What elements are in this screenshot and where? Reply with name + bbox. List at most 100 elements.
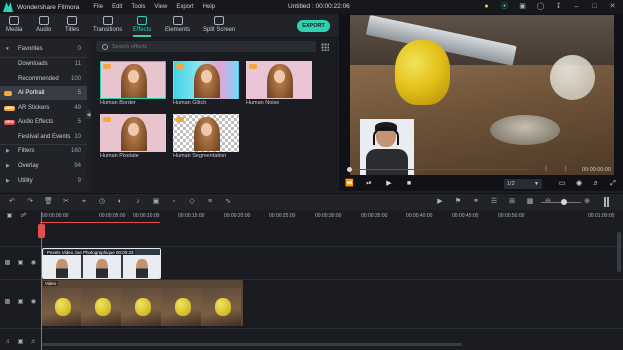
maximize-icon[interactable]: □ bbox=[590, 2, 599, 11]
sidebar-item-audio-effects[interactable]: NEW Audio Effects 5 bbox=[0, 115, 87, 129]
playhead-handle[interactable] bbox=[38, 224, 45, 238]
stop-icon[interactable]: ■ bbox=[405, 180, 413, 188]
mixer-icon[interactable]: ☰ bbox=[490, 198, 498, 206]
redo-icon[interactable]: ↷ bbox=[26, 198, 34, 206]
sidebar-item-recommended[interactable]: Recommended 100 bbox=[0, 72, 87, 86]
stabilize-icon[interactable]: ▫ bbox=[170, 198, 178, 206]
play-icon[interactable]: ▶ bbox=[385, 180, 393, 188]
play-pause-icon[interactable]: ⏯ bbox=[365, 180, 373, 188]
effect-thumb-human-border[interactable] bbox=[100, 61, 166, 99]
tab-audio[interactable]: Audio bbox=[36, 16, 51, 33]
snap-icon[interactable]: ⊞ bbox=[508, 198, 516, 206]
tick-label: 00:00:35:00 bbox=[361, 213, 388, 219]
menu-edit[interactable]: Edit bbox=[112, 4, 122, 10]
tab-transitions[interactable]: Transitions bbox=[93, 16, 122, 33]
volume-icon[interactable]: ♬ bbox=[592, 180, 600, 188]
mark-in-out[interactable]: { } bbox=[545, 166, 575, 172]
pause-bars-icon[interactable] bbox=[604, 197, 609, 207]
menu-file[interactable]: File bbox=[93, 4, 103, 10]
marker-icon[interactable]: ⚑ bbox=[454, 198, 462, 206]
speed-icon[interactable]: ◷ bbox=[98, 198, 106, 206]
menu-export[interactable]: Export bbox=[176, 4, 193, 10]
effect-thumb-human-noise[interactable] bbox=[246, 61, 312, 99]
lock-icon[interactable]: ▣ bbox=[17, 260, 24, 267]
time-ruler[interactable]: 00:00:00:00 00:00:05:00 00:00:10:00 00:0… bbox=[40, 210, 623, 222]
grid-view-icon[interactable] bbox=[321, 43, 329, 51]
crop-icon[interactable]: ⌖ bbox=[80, 198, 88, 206]
timeline-horizontal-scrollbar[interactable] bbox=[42, 343, 462, 346]
sidebar-item-favorites[interactable]: ♥ Favorites 0 bbox=[0, 42, 87, 56]
render-icon[interactable]: ▶ bbox=[436, 198, 444, 206]
timeline-vertical-scrollbar[interactable] bbox=[617, 232, 621, 272]
search-input[interactable] bbox=[112, 43, 302, 50]
minimize-icon[interactable]: – bbox=[572, 2, 581, 11]
zoom-in-icon[interactable]: ⊕ bbox=[583, 198, 591, 206]
undo-icon[interactable]: ↶ bbox=[8, 198, 16, 206]
green-screen-icon[interactable]: ▣ bbox=[152, 198, 160, 206]
bulb-icon[interactable]: ● bbox=[482, 2, 491, 11]
collapse-sidebar-icon[interactable]: ◀ bbox=[86, 110, 91, 119]
menu-tools[interactable]: Tools bbox=[131, 4, 145, 10]
sidebar-item-filters[interactable]: ▶ Filters 160 bbox=[0, 144, 87, 158]
sidebar-item-ai-portrait[interactable]: AI Portrait 5 bbox=[0, 86, 87, 100]
adjust-icon[interactable]: ≡ bbox=[206, 198, 214, 206]
tick-label: 00:00:45:00 bbox=[452, 213, 479, 219]
fullscreen-icon[interactable]: ⤢ bbox=[609, 180, 617, 188]
color-icon[interactable]: ◐ bbox=[116, 198, 124, 206]
voiceover-icon[interactable]: ⚭ bbox=[472, 198, 480, 206]
tab-effects[interactable]: Effects bbox=[133, 16, 152, 37]
sidebar-item-downloads[interactable]: Downloads 11 bbox=[0, 57, 87, 71]
work-area-bar bbox=[40, 222, 160, 223]
zoom-slider-handle[interactable] bbox=[561, 199, 567, 205]
delete-icon[interactable]: 🗑 bbox=[44, 198, 53, 206]
lock-icon[interactable]: ▣ bbox=[17, 339, 24, 346]
close-icon[interactable]: ✕ bbox=[608, 2, 617, 11]
menu-help[interactable]: Help bbox=[203, 4, 215, 10]
add-track-icon[interactable]: ▣ bbox=[6, 213, 13, 220]
sidebar-item-overlay[interactable]: ▶ Overlay 94 bbox=[0, 159, 87, 173]
export-button[interactable]: EXPORT bbox=[297, 20, 330, 32]
pip-icon[interactable]: ▩ bbox=[526, 198, 534, 206]
sidebar-item-ar-stickers[interactable]: NEW AR Stickers 49 bbox=[0, 101, 87, 115]
headset-icon[interactable]: ⦿ bbox=[500, 2, 509, 11]
link-icon[interactable]: ☍ bbox=[20, 213, 27, 220]
snapshot-icon[interactable]: ◉ bbox=[575, 180, 583, 188]
scrubber-handle[interactable] bbox=[347, 167, 352, 172]
effect-thumb-human-segmentation[interactable] bbox=[173, 114, 239, 152]
lock-icon[interactable]: ▣ bbox=[17, 299, 24, 306]
timeline-clip-video[interactable]: Video bbox=[41, 280, 243, 326]
waveform-icon[interactable]: ∿ bbox=[224, 198, 232, 206]
effect-label: Human Segmentation bbox=[173, 153, 227, 159]
preview-video[interactable] bbox=[350, 15, 614, 175]
audio-mixer-icon[interactable]: ♪ bbox=[134, 198, 142, 206]
effect-thumb-human-glitch[interactable] bbox=[173, 61, 239, 99]
step-back-icon[interactable]: ⏪ bbox=[345, 180, 354, 188]
account-icon[interactable]: ◯ bbox=[536, 2, 545, 11]
presenter-figure bbox=[56, 259, 68, 278]
effect-thumb-human-pixelate[interactable] bbox=[100, 114, 166, 152]
eye-icon[interactable]: ◉ bbox=[30, 299, 37, 306]
tab-titles[interactable]: Titles bbox=[65, 16, 79, 33]
cut-icon[interactable]: ✂ bbox=[62, 198, 70, 206]
gift-icon[interactable]: ▣ bbox=[518, 2, 527, 11]
tab-split-screen[interactable]: Split Screen bbox=[203, 16, 235, 33]
keyframe-icon[interactable]: ◇ bbox=[188, 198, 196, 206]
search-box[interactable] bbox=[96, 41, 316, 52]
eye-icon[interactable]: ◉ bbox=[30, 260, 37, 267]
pip-presenter[interactable] bbox=[360, 119, 414, 175]
sidebar-item-utility[interactable]: ▶ Utility 9 bbox=[0, 174, 87, 188]
monitor-icon[interactable]: ▭ bbox=[558, 180, 566, 188]
timeline-clip-presenter[interactable]: Pexels Video Joe Photographique 00:00:23 bbox=[42, 248, 161, 279]
tab-elements[interactable]: Elements bbox=[165, 16, 190, 33]
sidebar-item-festival-events[interactable]: Festival and Events 10 bbox=[0, 130, 87, 144]
menu-view[interactable]: View bbox=[154, 4, 167, 10]
clip-frame bbox=[43, 255, 81, 278]
mute-icon[interactable]: ♬ bbox=[30, 339, 37, 346]
quality-value: 1/2 bbox=[507, 181, 515, 187]
tab-media[interactable]: Media bbox=[6, 16, 22, 33]
headset-icon bbox=[373, 127, 399, 145]
download-icon[interactable]: ↧ bbox=[554, 2, 563, 11]
preview-scrubber[interactable] bbox=[349, 169, 529, 170]
playback-quality-select[interactable]: 1/2 ▼ bbox=[504, 179, 542, 189]
clip-frame bbox=[121, 288, 161, 326]
